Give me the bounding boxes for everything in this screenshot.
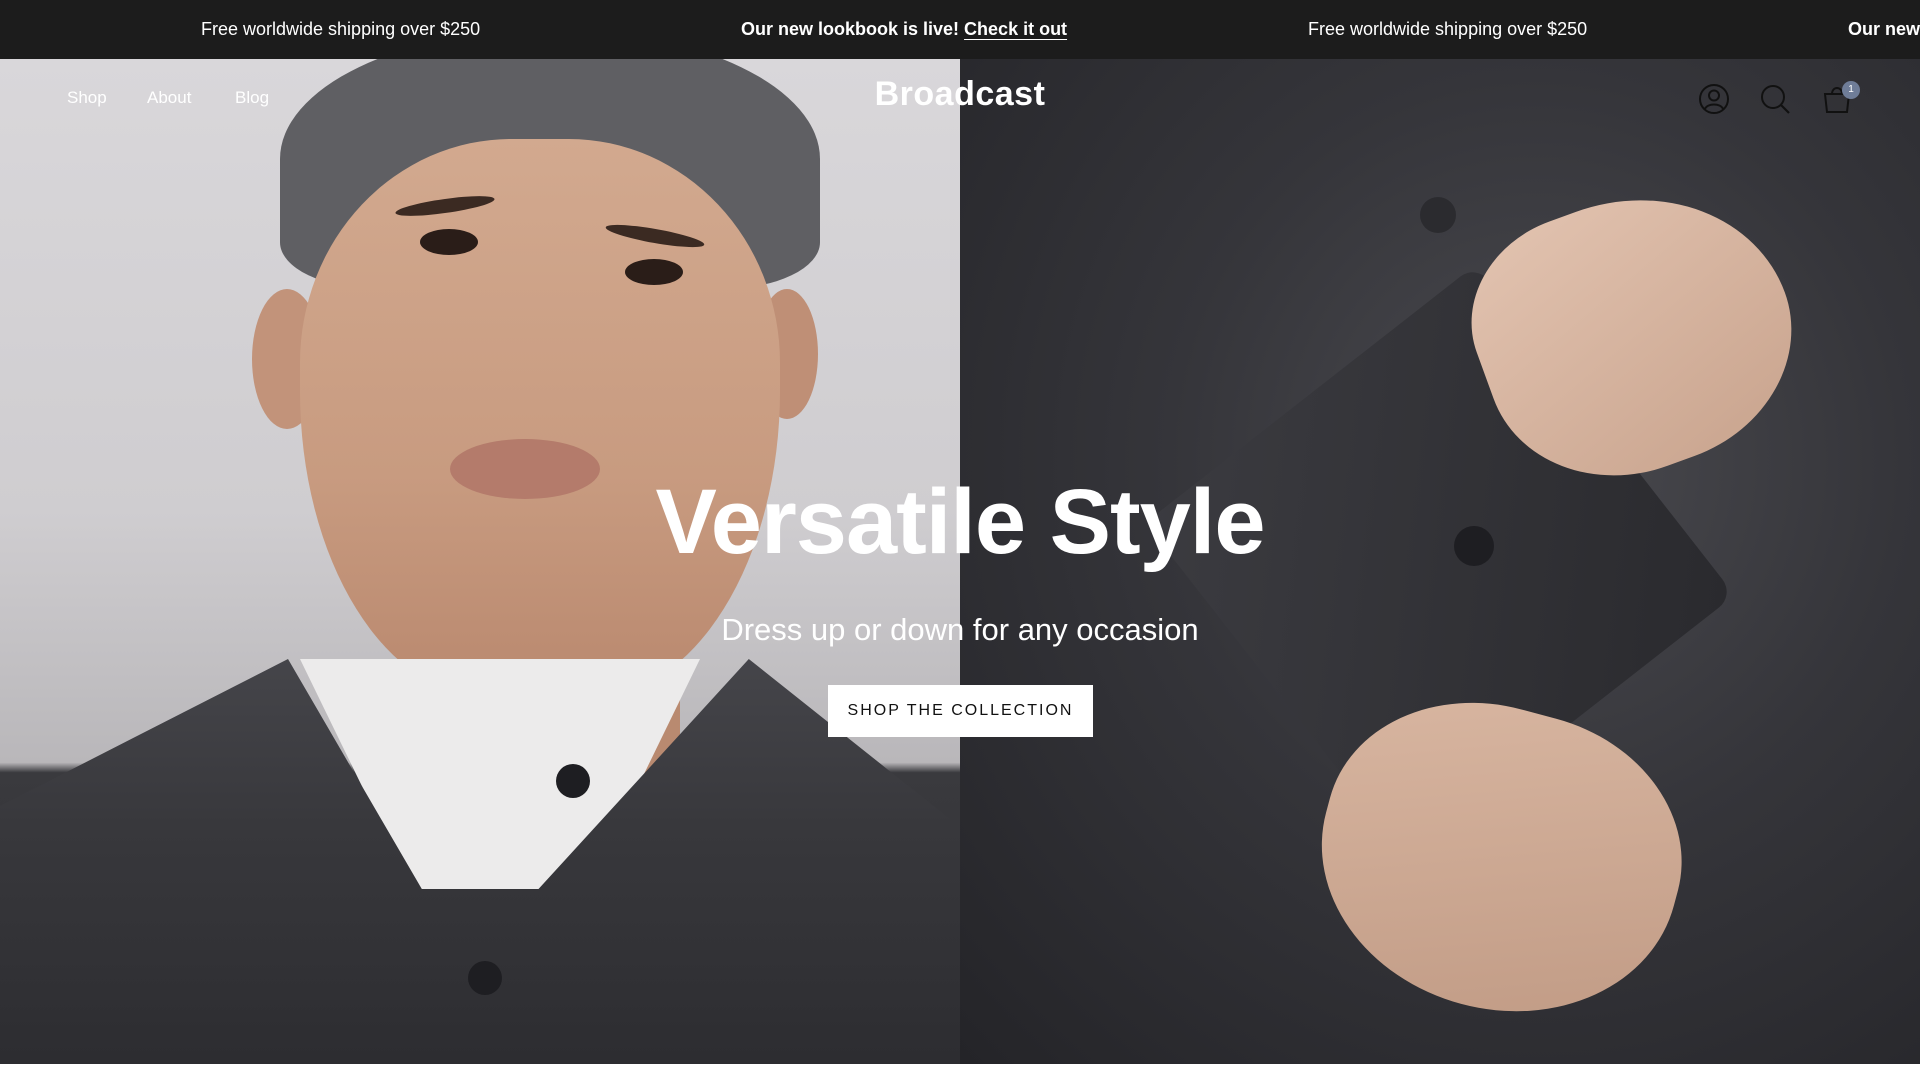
nav-blog-link[interactable]: Blog	[235, 88, 269, 108]
store-logo[interactable]: Broadcast	[860, 75, 1060, 114]
nav-about-link[interactable]: About	[147, 88, 191, 108]
announcement-message: Free worldwide shipping over $250	[1308, 19, 1588, 39]
hero-title: Versatile Style	[655, 471, 1266, 573]
jacket-button-shape	[468, 961, 502, 995]
announcement-text: Our new lookbook is live!	[741, 19, 965, 39]
nav-shop-link[interactable]: Shop	[67, 88, 107, 108]
announcement-message: Our new	[1848, 19, 1920, 39]
jacket-button-shape	[1420, 197, 1456, 233]
eye-shape	[420, 229, 478, 255]
announcement-message: Free worldwide shipping over $250	[201, 19, 481, 39]
account-icon[interactable]	[1697, 82, 1731, 116]
jacket-button-shape	[556, 764, 590, 798]
cart-count-badge: 1	[1842, 81, 1860, 99]
search-icon[interactable]	[1758, 82, 1792, 116]
lookbook-link[interactable]: Check it out	[964, 19, 1067, 39]
hero-subtitle: Dress up or down for any occasion	[721, 612, 1199, 647]
cuff-button-shape	[1454, 526, 1494, 566]
page: Free worldwide shipping over $250 Our ne…	[0, 0, 1920, 1080]
eye-shape	[625, 259, 683, 285]
shop-collection-button[interactable]: SHOP THE COLLECTION	[828, 685, 1093, 737]
announcement-bar: Free worldwide shipping over $250 Our ne…	[0, 0, 1920, 59]
announcement-message: Our new lookbook is live! Check it out	[741, 0, 1067, 59]
